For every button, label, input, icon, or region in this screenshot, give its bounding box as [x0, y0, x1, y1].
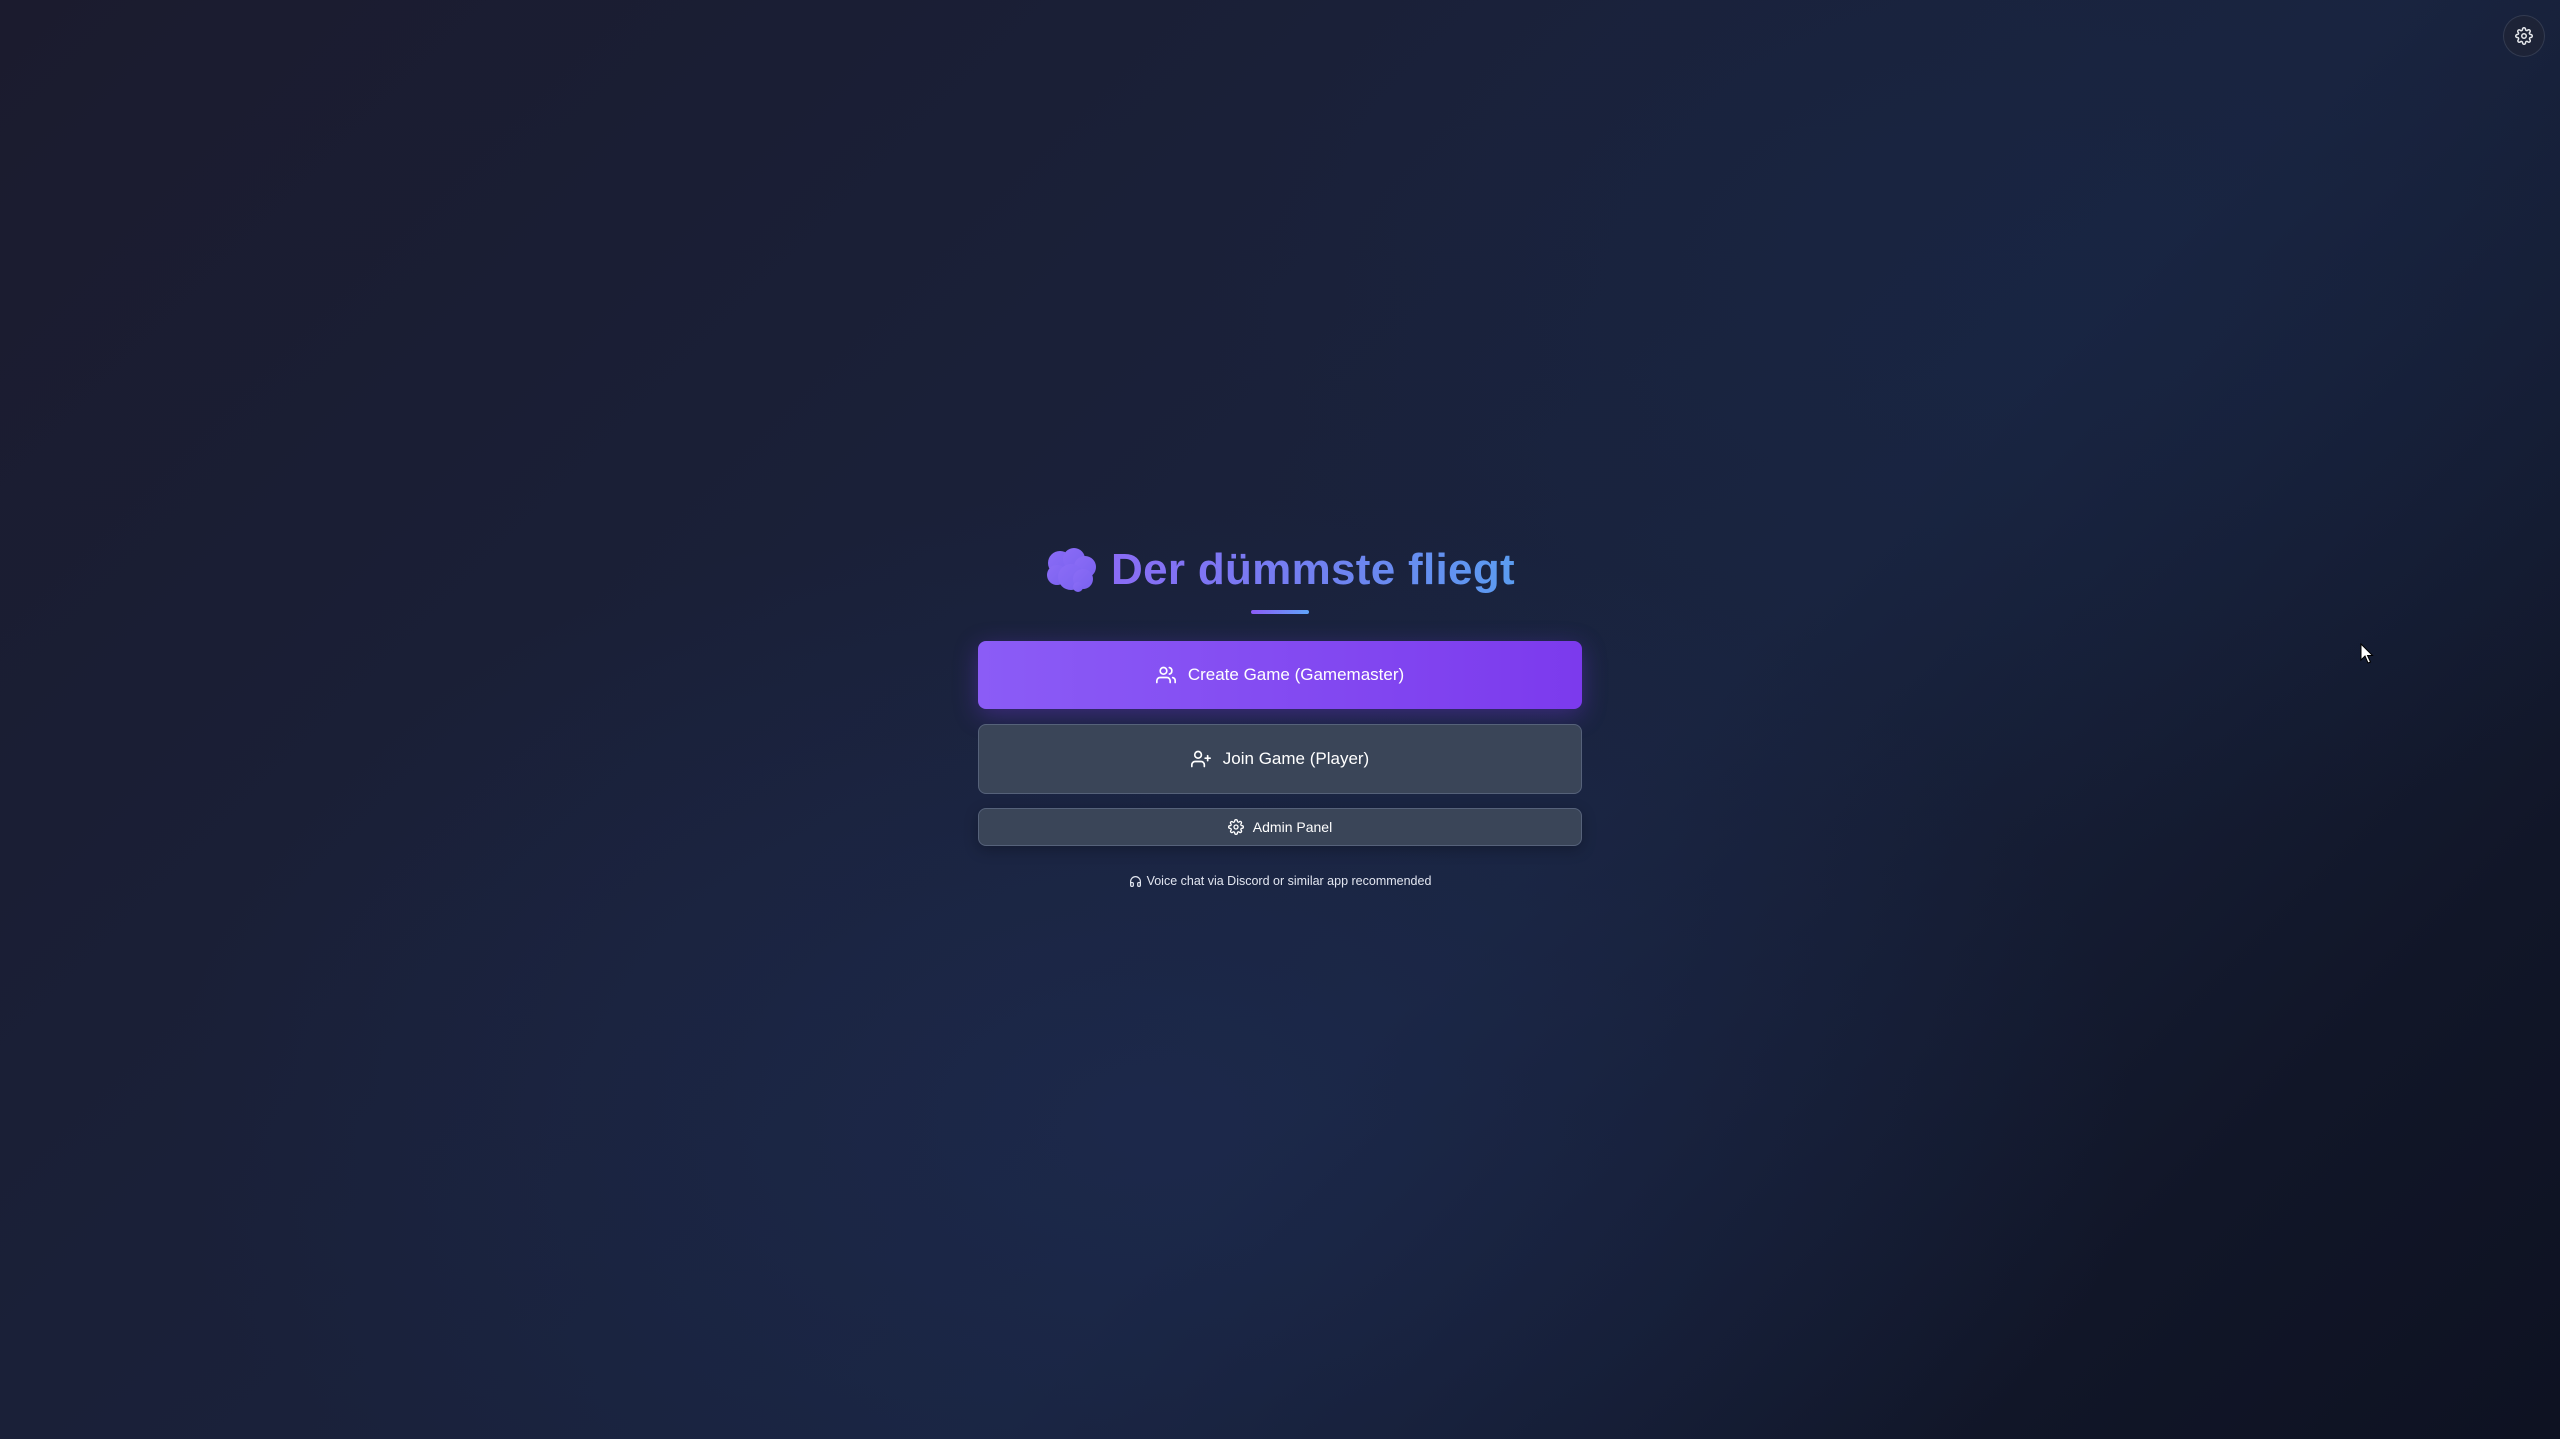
- voice-chat-note-text: Voice chat via Discord or similar app re…: [1146, 874, 1432, 888]
- title-row: Der dümmste fliegt: [1045, 540, 1515, 600]
- join-game-label: Join Game (Player): [1222, 749, 1370, 768]
- admin-panel-button[interactable]: Admin Panel: [978, 808, 1582, 846]
- title-underline: [1251, 610, 1309, 614]
- mouse-cursor-icon: [2360, 643, 2374, 664]
- page-title: Der dümmste fliegt: [1111, 545, 1515, 594]
- gear-icon: [2515, 27, 2533, 45]
- voice-chat-note: Voice chat via Discord or similar app re…: [1129, 874, 1432, 888]
- user-plus-icon: [1190, 750, 1211, 768]
- main-menu: Der dümmste fliegt Create Game (Gamemast…: [978, 540, 1582, 888]
- headphones-icon: [1129, 875, 1141, 887]
- create-game-button[interactable]: Create Game (Gamemaster): [978, 641, 1582, 709]
- brain-icon: [1045, 547, 1097, 593]
- gear-icon: [1227, 819, 1244, 835]
- settings-button[interactable]: [2503, 15, 2545, 57]
- create-game-label: Create Game (Gamemaster): [1187, 665, 1405, 684]
- users-icon: [1155, 666, 1176, 684]
- join-game-button[interactable]: Join Game (Player): [978, 724, 1582, 794]
- admin-panel-label: Admin Panel: [1252, 819, 1333, 835]
